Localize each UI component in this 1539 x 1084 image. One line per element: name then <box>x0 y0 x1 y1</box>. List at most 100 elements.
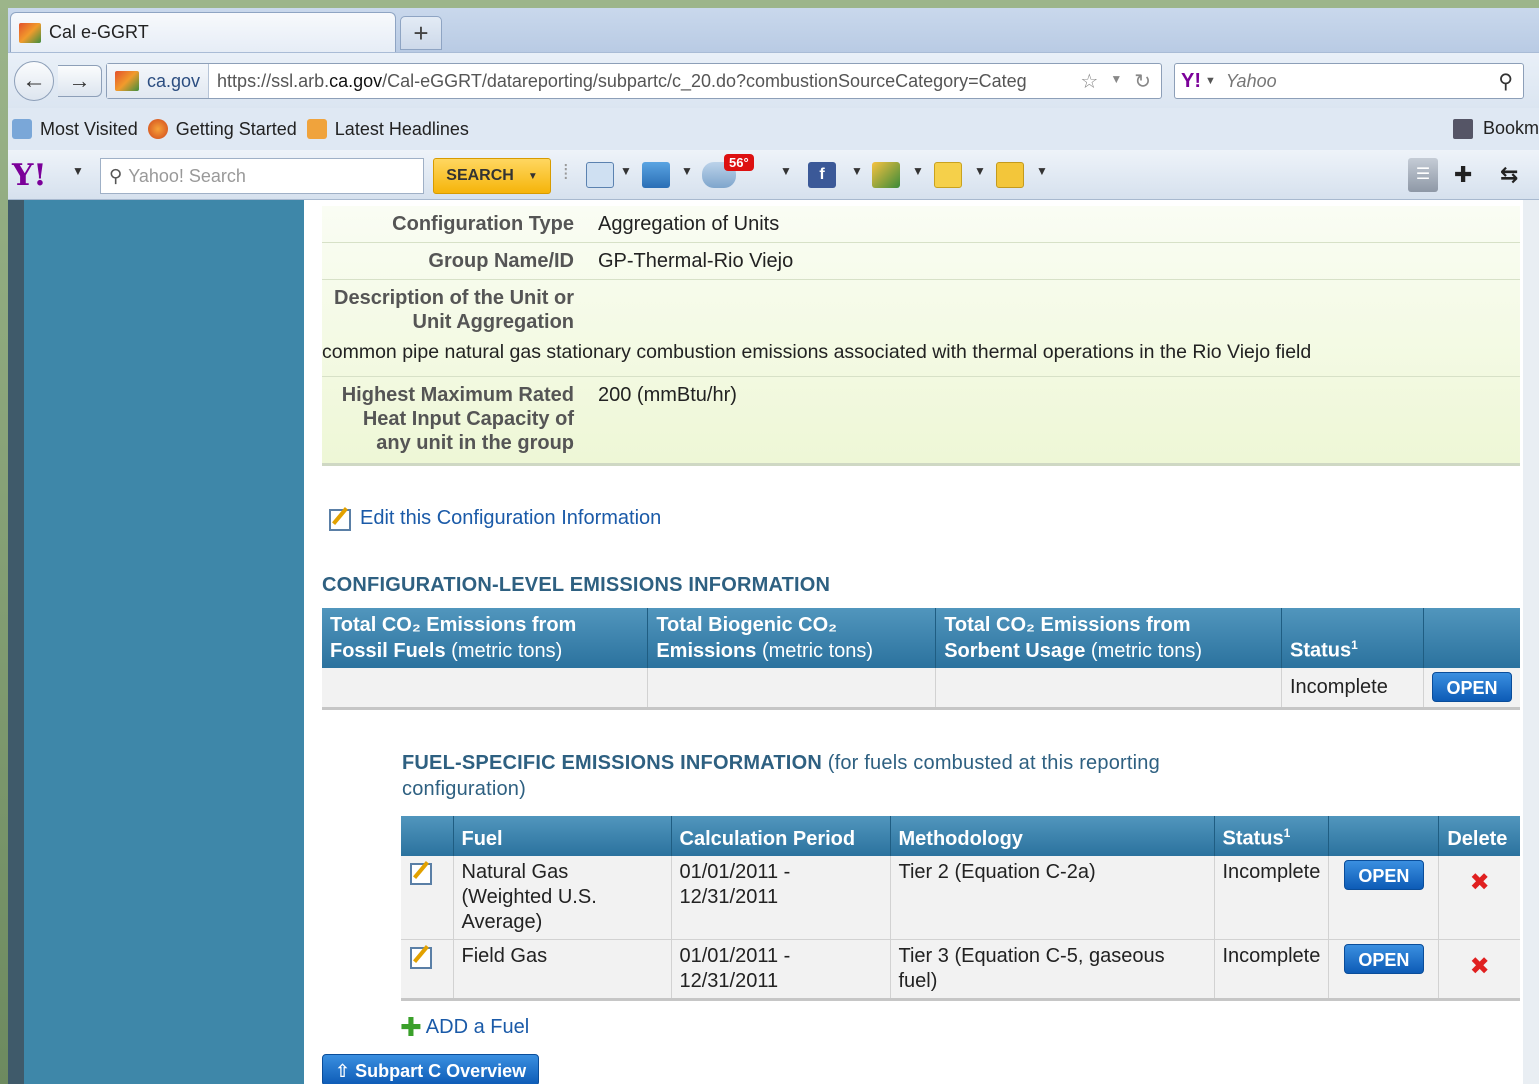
yahoo-logo-icon[interactable]: Y! <box>12 158 47 193</box>
add-fuel-link[interactable]: ✚ ADD a Fuel <box>400 1012 529 1043</box>
delete-icon[interactable]: ✖ <box>1470 954 1490 979</box>
column-header-action <box>1423 608 1520 668</box>
footnote-marker: 1 <box>1283 826 1291 840</box>
back-button[interactable]: ← <box>14 61 54 101</box>
header-unit: (metric tons) <box>1090 640 1203 662</box>
bookmarks-toolbar-icon[interactable] <box>586 162 614 188</box>
yahoo-engine-icon[interactable]: Y! <box>1181 70 1201 93</box>
bookmark-getting-started[interactable]: Getting Started <box>147 119 297 140</box>
shopping-icon[interactable] <box>996 162 1024 188</box>
fuel-emissions-table: Fuel Calculation Period Methodology Stat… <box>401 816 1520 1002</box>
edit-icon[interactable] <box>409 944 435 970</box>
url-domain: ca.gov <box>329 70 383 91</box>
header-strong: Emissions <box>656 640 757 662</box>
subpart-c-overview-button[interactable]: ⇧ Subpart C Overview <box>322 1054 540 1084</box>
dropdown-arrow-icon[interactable]: ▼ <box>1110 69 1122 94</box>
browser-window: Cal e-GGRT + ← → ca.gov https://ssl.arb.… <box>8 8 1539 1084</box>
cell-methodology: Tier 3 (Equation C-5, gaseous fuel) <box>890 939 1215 1001</box>
delete-icon[interactable]: ✖ <box>1470 870 1490 895</box>
capacity-label-line: Heat Input Capacity of <box>362 408 574 430</box>
url-prefix: https://ssl.arb. <box>217 70 330 91</box>
add-icon[interactable]: ✚ <box>1454 162 1472 188</box>
reload-icon[interactable]: ↻ <box>1134 69 1151 94</box>
cell-sorbent <box>935 668 1282 708</box>
plus-icon: ✚ <box>400 1012 422 1042</box>
cell-action: OPEN <box>1328 939 1440 1001</box>
cell-delete: ✖ <box>1438 855 1520 941</box>
tab-title: Cal e-GGRT <box>49 22 149 42</box>
open-button[interactable]: OPEN <box>1432 672 1512 703</box>
open-button[interactable]: OPEN <box>1343 859 1424 890</box>
capacity-label-line: Highest Maximum Rated <box>341 384 574 406</box>
toolbar-separator-icon: ⁞ <box>563 162 569 184</box>
header-line: Total CO₂ Emissions from <box>330 614 577 636</box>
header-line: Total Biogenic CO₂ <box>656 614 838 636</box>
column-header-sorbent: Total CO₂ Emissions from Sorbent Usage (… <box>935 608 1282 668</box>
bookmarks-menu-button[interactable]: Bookm <box>1452 118 1539 139</box>
description-label-line: Unit Aggregation <box>412 311 574 333</box>
dropdown-arrow-icon: ▼ <box>527 170 538 182</box>
facebook-icon[interactable]: f <box>808 162 836 188</box>
table-row: Natural Gas (Weighted U.S. Average) 01/0… <box>401 855 1520 941</box>
site-identity-button[interactable]: ca.gov <box>107 64 210 98</box>
info-label: Configuration Type <box>392 213 574 235</box>
dropdown-arrow-icon[interactable]: ▼ <box>1036 164 1048 178</box>
bookmarks-icon <box>1452 118 1473 139</box>
column-header-status: Status1 <box>1214 816 1330 856</box>
dropdown-arrow-icon[interactable]: ▼ <box>912 164 924 178</box>
list-view-icon[interactable]: ☰ <box>1408 158 1438 192</box>
search-icon: ⚲ <box>109 165 123 186</box>
search-icon[interactable]: ⚲ <box>1498 69 1523 94</box>
vertical-scrollbar[interactable] <box>1523 200 1539 1084</box>
info-value: GP-Thermal-Rio Viejo <box>598 250 794 272</box>
fuel-emissions-title: FUEL-SPECIFIC EMISSIONS INFORMATION (for… <box>402 750 1160 802</box>
config-emissions-table: Total CO₂ Emissions from Fossil Fuels (m… <box>322 608 1520 710</box>
dropdown-arrow-icon[interactable]: ▼ <box>780 164 792 178</box>
browser-search-box[interactable]: Y! ▼ Yahoo ⚲ <box>1174 63 1524 99</box>
dropdown-arrow-icon[interactable]: ▼ <box>974 164 986 178</box>
ebay-icon[interactable] <box>934 162 962 188</box>
cell-status: Incomplete <box>1214 855 1330 941</box>
new-tab-button[interactable]: + <box>400 16 442 50</box>
bookmarks-toolbar: Most Visited Getting Started Latest Head… <box>8 108 1539 150</box>
dropdown-arrow-icon[interactable]: ▼ <box>681 164 693 178</box>
yahoo-search-input[interactable]: ⚲ Yahoo! Search <box>100 158 424 194</box>
header-strong: Fossil Fuels <box>330 640 446 662</box>
engine-dropdown-icon[interactable]: ▼ <box>1205 75 1216 87</box>
up-arrow-icon: ⇧ <box>335 1061 351 1081</box>
yahoo-menu-arrow-icon[interactable]: ▼ <box>72 164 84 178</box>
open-button[interactable]: OPEN <box>1343 944 1424 975</box>
swap-icon[interactable]: ⇆ <box>1500 162 1518 188</box>
dropdown-arrow-icon[interactable]: ▼ <box>851 164 863 178</box>
bookmark-star-icon[interactable]: ☆ <box>1080 69 1098 94</box>
cell-action: OPEN <box>1328 855 1440 941</box>
info-value: 200 (mmBtu/hr) <box>598 384 737 406</box>
mail-icon[interactable] <box>642 162 670 188</box>
url-text[interactable]: https://ssl.arb.ca.gov/Cal-eGGRT/datarep… <box>209 71 1080 92</box>
dropdown-arrow-icon[interactable]: ▼ <box>620 164 632 178</box>
forward-button[interactable]: → <box>58 65 102 97</box>
column-header-methodology: Methodology <box>890 816 1215 856</box>
weather-temperature-badge: 56° <box>724 154 754 171</box>
header-unit: (metric tons) <box>451 640 563 662</box>
firefox-icon <box>147 119 168 139</box>
cell-biogenic <box>647 668 937 708</box>
tab-cal-eggrt[interactable]: Cal e-GGRT <box>10 12 396 52</box>
header-unit: (metric tons) <box>761 640 874 662</box>
bookmark-most-visited[interactable]: Most Visited <box>12 119 138 140</box>
info-label: Description of the Unit or Unit Aggregat… <box>322 286 590 334</box>
edit-icon <box>328 506 354 531</box>
info-row-group-name: Group Name/ID GP-Thermal-Rio Viejo <box>322 243 1520 280</box>
page-sidebar <box>24 200 304 1084</box>
edit-configuration-link[interactable]: Edit this Configuration Information <box>328 506 661 531</box>
edit-icon[interactable] <box>409 860 435 885</box>
cell-edit <box>401 939 454 1001</box>
info-label: Group Name/ID <box>428 250 574 272</box>
address-bar[interactable]: ca.gov https://ssl.arb.ca.gov/Cal-eGGRT/… <box>106 63 1162 99</box>
yahoo-search-button[interactable]: SEARCH ▼ <box>433 158 551 194</box>
site-identity-label: ca.gov <box>147 70 201 91</box>
cell-fossil <box>322 668 649 708</box>
app-icon[interactable] <box>872 162 900 188</box>
bookmark-latest-headlines[interactable]: Latest Headlines <box>306 119 469 140</box>
status-header-label: Status <box>1290 640 1352 662</box>
